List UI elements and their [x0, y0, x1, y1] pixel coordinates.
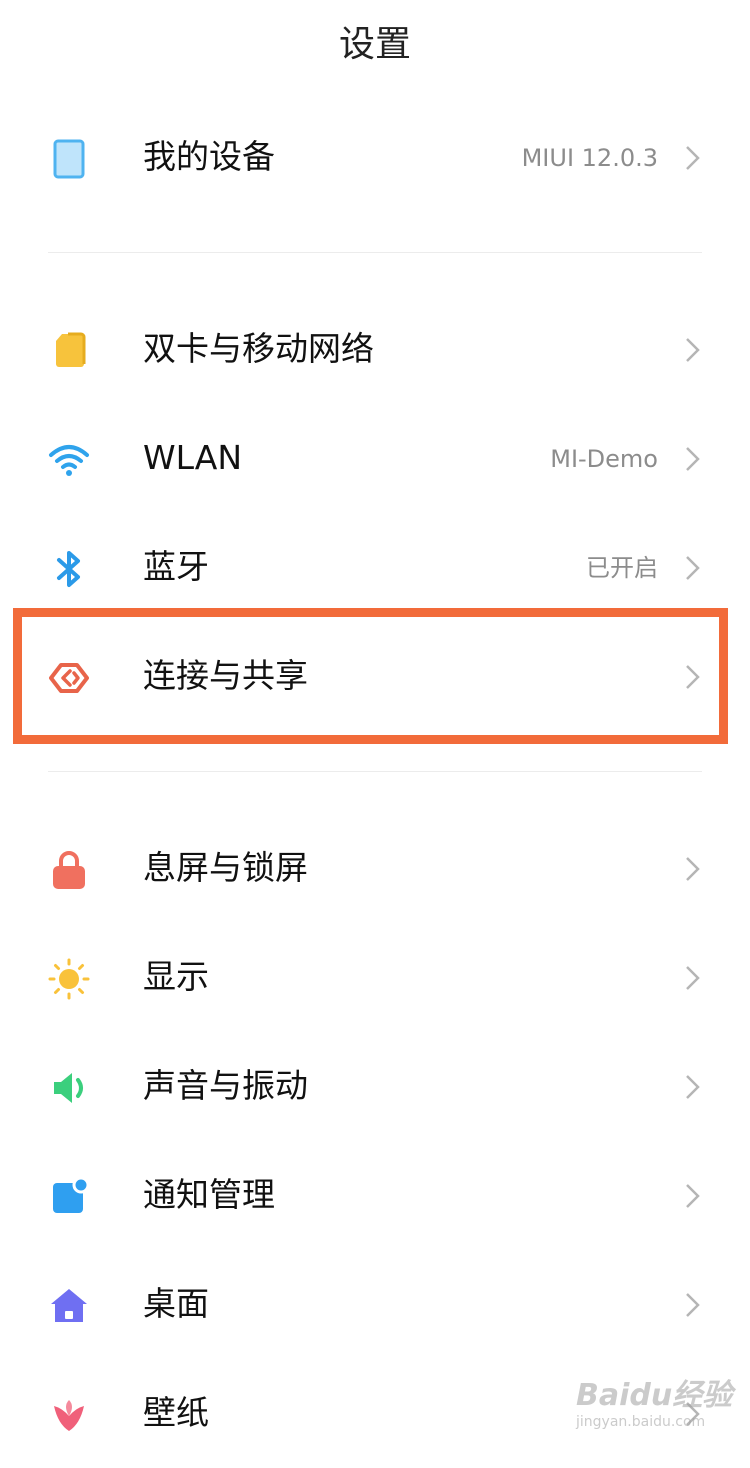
- settings-row-notifications[interactable]: 通知管理: [0, 1142, 750, 1250]
- chevron-right-icon: [683, 1182, 703, 1210]
- settings-row-value: MIUI 12.0.3: [521, 144, 658, 172]
- settings-row-label: WLAN: [143, 438, 243, 477]
- chevron-right-icon: [683, 855, 703, 883]
- home-icon: [48, 1285, 90, 1327]
- settings-row-label: 息屏与锁屏: [143, 848, 308, 887]
- highlight-frame: [13, 608, 728, 744]
- watermark-url: jingyan.baidu.com: [576, 1414, 706, 1430]
- settings-row-bluetooth[interactable]: 蓝牙 已开启: [0, 514, 750, 622]
- chevron-right-icon: [683, 1291, 703, 1319]
- settings-row-label: 通知管理: [143, 1175, 275, 1214]
- sun-icon: [48, 958, 90, 1000]
- settings-row-label: 桌面: [143, 1284, 209, 1323]
- bluetooth-icon: [48, 548, 90, 590]
- flower-icon: [48, 1394, 90, 1436]
- watermark-brand: Baidu经验: [576, 1378, 733, 1413]
- settings-row-label: 显示: [143, 957, 209, 996]
- settings-row-display[interactable]: 显示: [0, 924, 750, 1032]
- settings-row-label: 壁纸: [143, 1393, 209, 1432]
- page-title: 设置: [338, 24, 411, 65]
- settings-row-label: 我的设备: [143, 137, 275, 176]
- wifi-icon: [48, 439, 90, 481]
- divider: [48, 771, 702, 772]
- settings-row-label: 蓝牙: [143, 547, 209, 586]
- settings-row-label: 双卡与移动网络: [143, 329, 374, 368]
- lock-icon: [48, 849, 90, 891]
- settings-row-dual-sim[interactable]: 双卡与移动网络: [0, 296, 750, 404]
- chevron-right-icon: [683, 1073, 703, 1101]
- settings-row-value: MI-Demo: [550, 445, 658, 473]
- notification-icon: [48, 1176, 90, 1218]
- chevron-right-icon: [683, 336, 703, 364]
- settings-row-sound-vibration[interactable]: 声音与振动: [0, 1033, 750, 1141]
- settings-row-home-screen[interactable]: 桌面: [0, 1251, 750, 1359]
- sim-card-icon: [48, 330, 90, 372]
- chevron-right-icon: [683, 554, 703, 582]
- chevron-right-icon: [683, 445, 703, 473]
- watermark: Baidu经验 jingyan.baidu.com: [576, 1378, 746, 1438]
- settings-row-my-device[interactable]: 我的设备 MIUI 12.0.3: [0, 104, 750, 212]
- chevron-right-icon: [683, 964, 703, 992]
- divider: [48, 252, 702, 253]
- settings-row-lock-screen[interactable]: 息屏与锁屏: [0, 815, 750, 923]
- settings-row-label: 声音与振动: [143, 1066, 308, 1105]
- speaker-icon: [48, 1067, 90, 1109]
- settings-row-value: 已开启: [586, 554, 658, 582]
- device-icon: [48, 138, 90, 180]
- settings-row-wlan[interactable]: WLAN MI-Demo: [0, 405, 750, 513]
- chevron-right-icon: [683, 144, 703, 172]
